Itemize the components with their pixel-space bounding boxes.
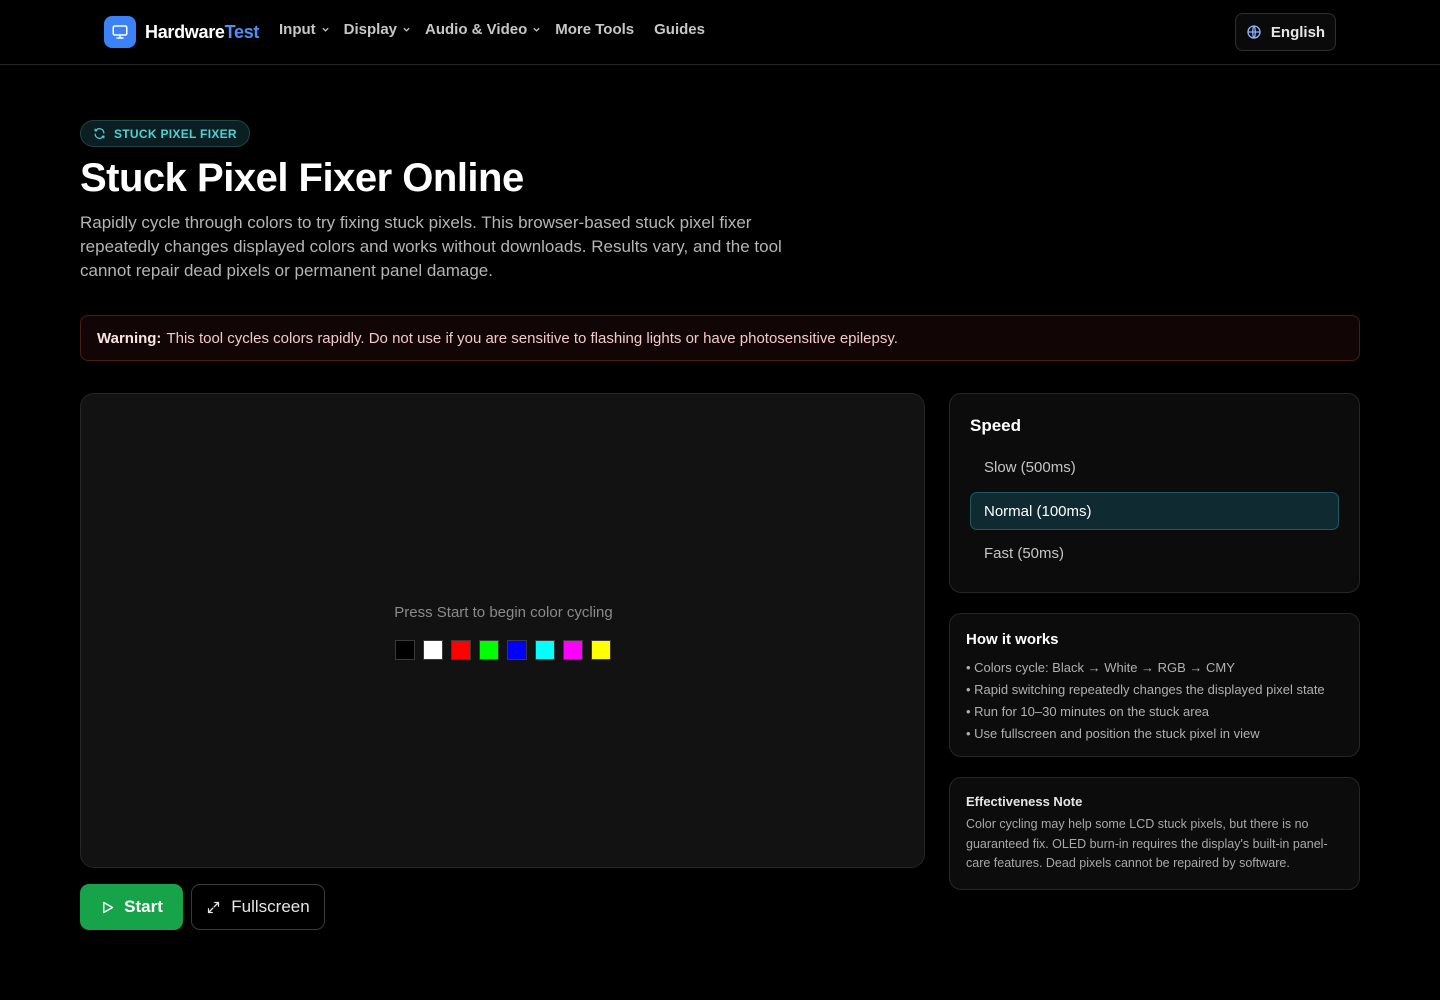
nav-more-tools[interactable]: More Tools bbox=[555, 21, 634, 38]
color-swatch bbox=[395, 640, 415, 660]
color-swatch bbox=[507, 640, 527, 660]
site-logo[interactable]: HardwareTest bbox=[104, 16, 259, 48]
refresh-icon bbox=[94, 128, 105, 139]
how-it-works-panel: How it works • Colors cycle: Black → Whi… bbox=[949, 613, 1360, 757]
color-cycle-canvas[interactable]: Press Start to begin color cycling bbox=[80, 393, 925, 868]
color-swatch bbox=[451, 640, 471, 660]
start-label: Start bbox=[124, 897, 163, 916]
warning-label: Warning: bbox=[97, 329, 162, 347]
speed-title: Speed bbox=[970, 416, 1022, 435]
color-swatch bbox=[423, 640, 443, 660]
fullscreen-label: Fullscreen bbox=[231, 897, 310, 916]
canvas-hint: Press Start to begin color cycling bbox=[394, 604, 613, 621]
play-icon bbox=[103, 901, 114, 913]
speed-option-fast[interactable]: Fast (50ms) bbox=[970, 534, 1339, 572]
top-navigation-bar: HardwareTest Input Display Audio & Video… bbox=[0, 0, 1440, 65]
how-it-works-title: How it works bbox=[966, 631, 1059, 648]
chevron-down-icon bbox=[403, 27, 410, 32]
chevron-down-icon bbox=[533, 27, 540, 32]
page-title: Stuck Pixel Fixer Online bbox=[80, 156, 524, 200]
warning-text: This tool cycles colors rapidly. Do not … bbox=[166, 329, 898, 347]
language-label: English bbox=[1270, 23, 1326, 41]
nav-display[interactable]: Display bbox=[344, 21, 411, 38]
how-it-works-list: • Colors cycle: Black → White → RGB → CM… bbox=[966, 657, 1325, 745]
color-swatch-row bbox=[395, 640, 611, 660]
chevron-down-icon bbox=[322, 27, 329, 32]
nav-input[interactable]: Input bbox=[279, 21, 330, 38]
speed-panel: Speed Slow (500ms) Normal (100ms) Fast (… bbox=[949, 393, 1360, 593]
expand-icon bbox=[208, 901, 220, 913]
list-item: • Rapid switching repeatedly changes the… bbox=[966, 682, 1325, 697]
monitor-icon bbox=[104, 16, 136, 48]
nav-audio-video[interactable]: Audio & Video bbox=[425, 21, 541, 38]
tool-badge: STUCK PIXEL FIXER bbox=[80, 120, 250, 147]
effectiveness-note-panel: Effectiveness Note Color cycling may hel… bbox=[949, 777, 1360, 890]
main-nav: Input Display Audio & Video More Tools G… bbox=[279, 21, 705, 38]
language-selector[interactable]: English bbox=[1235, 13, 1336, 51]
effectiveness-body: Color cycling may help some LCD stuck pi… bbox=[966, 817, 1328, 870]
logo-text: HardwareTest bbox=[145, 21, 260, 42]
color-swatch bbox=[591, 640, 611, 660]
fullscreen-button[interactable]: Fullscreen bbox=[191, 884, 325, 930]
color-swatch bbox=[563, 640, 583, 660]
speed-option-normal[interactable]: Normal (100ms) bbox=[970, 492, 1339, 530]
globe-icon bbox=[1247, 25, 1261, 39]
list-item: • Colors cycle: Black → White → RGB → CM… bbox=[966, 660, 1235, 675]
list-item: • Run for 10–30 minutes on the stuck are… bbox=[966, 704, 1210, 719]
list-item: • Use fullscreen and position the stuck … bbox=[966, 726, 1260, 741]
nav-guides[interactable]: Guides bbox=[654, 21, 705, 38]
badge-label: STUCK PIXEL FIXER bbox=[114, 126, 237, 141]
color-swatch bbox=[535, 640, 555, 660]
photosensitivity-warning: Warning: This tool cycles colors rapidly… bbox=[80, 315, 1360, 361]
page-subtitle: Rapidly cycle through colors to try fixi… bbox=[80, 213, 782, 280]
color-swatch bbox=[479, 640, 499, 660]
speed-option-slow[interactable]: Slow (500ms) bbox=[970, 448, 1339, 486]
start-button[interactable]: Start bbox=[80, 884, 183, 930]
effectiveness-title: Effectiveness Note bbox=[966, 794, 1083, 809]
